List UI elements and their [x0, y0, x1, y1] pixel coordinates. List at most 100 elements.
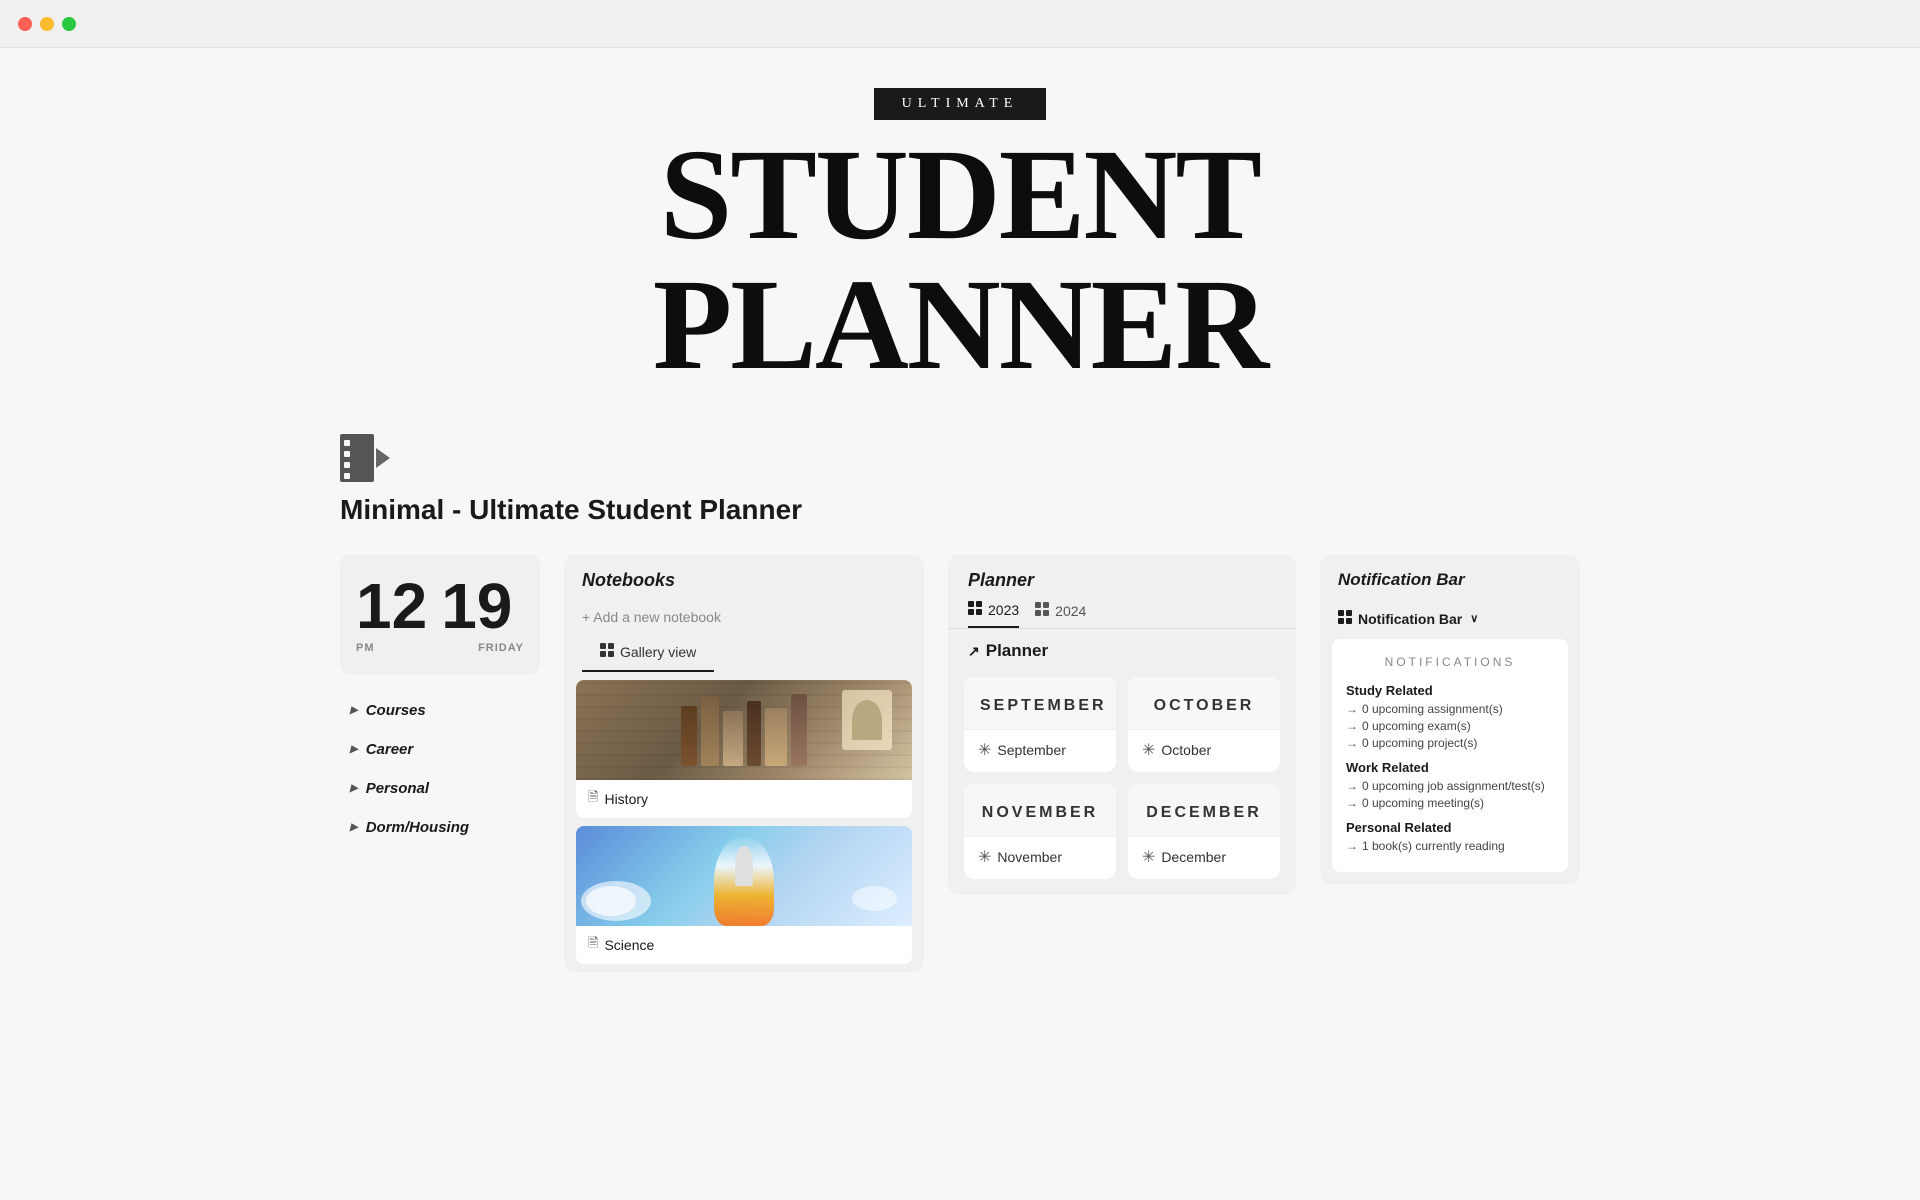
clock-labels: PM FRIDAY: [356, 642, 524, 654]
notification-bar-button[interactable]: Notification Bar ∨: [1320, 602, 1580, 639]
exams-label: 0 upcoming exam(s): [1362, 719, 1471, 733]
work-related-title: Work Related: [1346, 760, 1554, 775]
notebook-label-history: 🗎 History: [576, 780, 912, 818]
nav-label-personal: Personal: [366, 780, 429, 797]
month-body-september: ✳ September: [964, 730, 1116, 772]
arrow-icon-5: →: [1346, 796, 1358, 810]
nav-item-career[interactable]: ▶ Career: [340, 733, 540, 766]
jobs-label: 0 upcoming job assignment/test(s): [1362, 779, 1545, 793]
nav-item-personal[interactable]: ▶ Personal: [340, 772, 540, 805]
nav-label-career: Career: [366, 741, 414, 758]
notification-panel-title: Notification Bar: [1320, 554, 1580, 602]
planner-section-label: Planner: [986, 641, 1048, 661]
nav-arrow-dorm: ▶: [350, 822, 358, 833]
add-notebook-button[interactable]: + Add a new notebook: [564, 603, 924, 635]
planner-tabs: 2023 2024: [948, 591, 1296, 629]
notebooks-panel-title: Notebooks: [564, 554, 924, 603]
arrow-icon-2: →: [1346, 719, 1358, 733]
notification-content: NOTIFICATIONS Study Related → 0 upcoming…: [1332, 639, 1568, 872]
month-card-december[interactable]: DECEMBER ✳ December: [1128, 784, 1280, 879]
month-card-september[interactable]: SEPTEMBER ✳ September: [964, 677, 1116, 772]
clock-section: 12 19 PM FRIDAY: [340, 554, 540, 674]
grid-icon-notif: [1338, 610, 1352, 627]
tab-2024-label: 2024: [1055, 603, 1086, 619]
history-icon: 🗎: [588, 788, 598, 810]
window-chrome: [0, 0, 1920, 48]
minimize-button[interactable]: [40, 17, 54, 31]
assignments-label: 0 upcoming assignment(s): [1362, 702, 1503, 716]
icon-row: [340, 434, 1580, 482]
nav-label-courses: Courses: [366, 702, 426, 719]
main-title: STUDENT PLANNER: [340, 130, 1580, 390]
month-card-october[interactable]: OCTOBER ✳ October: [1128, 677, 1280, 772]
month-header-december: DECEMBER: [1128, 784, 1280, 837]
clock-day: FRIDAY: [478, 642, 524, 654]
notebook-label-science: 🗎 Science: [576, 926, 912, 964]
arrow-icon-6: →: [1346, 839, 1358, 853]
study-item-projects: → 0 upcoming project(s): [1346, 736, 1554, 750]
clock-minute: 19: [441, 574, 512, 638]
month-label-november: November: [997, 849, 1062, 865]
planner-tab-2023[interactable]: 2023: [968, 601, 1019, 628]
notebook-card-science[interactable]: 🗎 Science: [576, 826, 912, 964]
chevron-down-icon: ∨: [1470, 612, 1478, 625]
planner-header: Planner: [948, 554, 1296, 591]
work-item-meetings: → 0 upcoming meeting(s): [1346, 796, 1554, 810]
work-item-jobs: → 0 upcoming job assignment/test(s): [1346, 779, 1554, 793]
month-body-december: ✳ December: [1128, 837, 1280, 879]
film-icon: [340, 434, 390, 482]
science-thumbnail: [576, 826, 912, 926]
projects-label: 0 upcoming project(s): [1362, 736, 1477, 750]
science-name: Science: [604, 937, 654, 953]
notebook-card-history[interactable]: 🗎 History: [576, 680, 912, 818]
nav-item-dorm[interactable]: ▶ Dorm/Housing: [340, 811, 540, 844]
history-thumbnail: [576, 680, 912, 780]
nav-arrow-personal: ▶: [350, 783, 358, 794]
planner-panel-title: Planner: [968, 570, 1034, 591]
nav-arrow-career: ▶: [350, 744, 358, 755]
books-label: 1 book(s) currently reading: [1362, 839, 1505, 853]
arrow-icon-3: →: [1346, 736, 1358, 750]
tab-2023-label: 2023: [988, 602, 1019, 618]
months-grid: SEPTEMBER ✳ September OCTOBER ✳ October: [948, 669, 1296, 895]
page-container: ULTIMATE STUDENT PLANNER Minimal - Ultim…: [260, 48, 1660, 1052]
science-icon: 🗎: [588, 934, 598, 956]
notifications-section-title: NOTIFICATIONS: [1346, 655, 1554, 669]
notebooks-panel: Notebooks + Add a new notebook Gallery v…: [564, 554, 924, 972]
gallery-icon: [600, 643, 614, 660]
planner-panel: Planner 2023: [948, 554, 1296, 895]
nav-arrow-courses: ▶: [350, 705, 358, 716]
month-card-november[interactable]: NOVEMBER ✳ November: [964, 784, 1116, 879]
history-name: History: [604, 791, 648, 807]
study-item-assignments: → 0 upcoming assignment(s): [1346, 702, 1554, 716]
month-body-november: ✳ November: [964, 837, 1116, 879]
planner-section-header: ↗ Planner: [948, 629, 1296, 669]
month-header-october: OCTOBER: [1128, 677, 1280, 730]
month-header-september: SEPTEMBER: [964, 677, 1116, 730]
clock-hour: 12: [356, 574, 427, 638]
month-body-october: ✳ October: [1128, 730, 1280, 772]
arrow-icon-4: →: [1346, 779, 1358, 793]
clock-period: PM: [356, 642, 375, 654]
asterisk-december: ✳: [1142, 847, 1155, 867]
planner-tab-2024[interactable]: 2024: [1035, 601, 1086, 628]
asterisk-october: ✳: [1142, 740, 1155, 760]
maximize-button[interactable]: [62, 17, 76, 31]
study-related-title: Study Related: [1346, 683, 1554, 698]
asterisk-november: ✳: [978, 847, 991, 867]
external-link-icon: ↗: [968, 643, 980, 660]
page-header: ULTIMATE STUDENT PLANNER: [340, 48, 1580, 410]
notification-panel: Notification Bar Notification Bar ∨ NOTI…: [1320, 554, 1580, 884]
gallery-view-button[interactable]: Gallery view: [582, 635, 714, 672]
grid-icon-2023: [968, 601, 982, 618]
asterisk-september: ✳: [978, 740, 991, 760]
month-label-december: December: [1161, 849, 1226, 865]
nav-item-courses[interactable]: ▶ Courses: [340, 694, 540, 727]
personal-related-title: Personal Related: [1346, 820, 1554, 835]
notification-bar-label: Notification Bar: [1358, 611, 1462, 627]
left-sidebar: 12 19 PM FRIDAY ▶ Courses ▶ Career: [340, 554, 540, 844]
study-item-exams: → 0 upcoming exam(s): [1346, 719, 1554, 733]
close-button[interactable]: [18, 17, 32, 31]
gallery-view-label: Gallery view: [620, 644, 696, 660]
personal-item-books: → 1 book(s) currently reading: [1346, 839, 1554, 853]
